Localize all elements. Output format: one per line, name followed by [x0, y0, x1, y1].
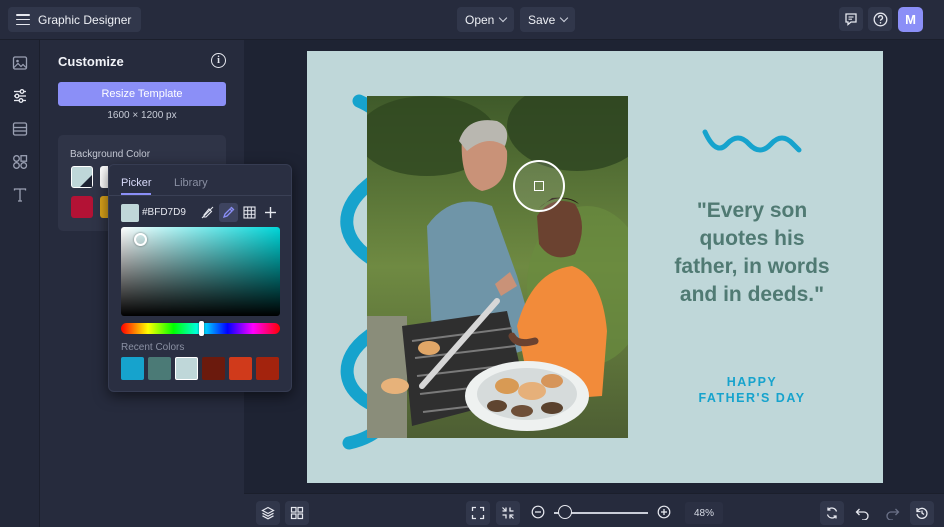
elements-tool-button[interactable]: [11, 153, 28, 170]
tab-picker[interactable]: Picker: [121, 177, 152, 189]
selection-handle[interactable]: [513, 160, 565, 212]
shrink-view-button[interactable]: [496, 501, 520, 525]
app-title: Graphic Designer: [38, 12, 132, 27]
customize-tool-button[interactable]: [11, 87, 28, 104]
recent-color-swatch[interactable]: [229, 357, 252, 380]
template-dimensions: 1600 × 1200 px: [107, 110, 177, 121]
help-icon: [873, 12, 887, 26]
text-tool-button[interactable]: [11, 186, 28, 203]
tool-rail: [0, 40, 40, 527]
eyedropper-icon: [222, 206, 235, 219]
undo-button[interactable]: [850, 501, 874, 525]
redo-button[interactable]: [880, 501, 904, 525]
no-fill-icon: [201, 206, 214, 219]
zoom-percentage[interactable]: 48%: [685, 502, 723, 524]
zoom-out-button[interactable]: [531, 505, 545, 524]
plus-icon: [265, 207, 276, 218]
collapse-icon: [502, 507, 514, 519]
happy-line: HAPPY: [726, 375, 778, 389]
zoom-slider-thumb[interactable]: [558, 505, 572, 519]
bottom-toolbar: 48%: [244, 493, 944, 527]
images-tool-button[interactable]: [11, 54, 28, 71]
background-swatch-gold[interactable]: [100, 196, 108, 218]
photo-illustration: [367, 96, 628, 438]
sliders-icon: [13, 88, 26, 103]
panel-title: Customize: [58, 54, 124, 69]
layout-tool-button[interactable]: [11, 120, 28, 137]
history-icon: [916, 507, 928, 519]
grid-view-icon: [290, 506, 304, 520]
fit-to-screen-button[interactable]: [466, 501, 490, 525]
background-swatch-current[interactable]: [71, 166, 93, 188]
wave-accent-graphic: [702, 129, 802, 153]
chevron-down-icon: [560, 13, 569, 23]
save-label: Save: [528, 12, 556, 27]
artboard[interactable]: "Every son quotes his father, in words a…: [307, 51, 883, 483]
open-label: Open: [465, 12, 495, 27]
tab-library[interactable]: Library: [174, 177, 208, 189]
app-menu-button[interactable]: Graphic Designer: [8, 7, 142, 32]
resize-template-button[interactable]: Resize Template: [58, 82, 226, 106]
comments-button[interactable]: [839, 7, 863, 31]
recent-color-swatch-selected[interactable]: [175, 357, 198, 380]
pages-grid-button[interactable]: [285, 501, 309, 525]
top-bar: Graphic Designer Open Save M: [0, 0, 944, 40]
chevron-down-icon: [499, 13, 508, 23]
recent-color-swatch[interactable]: [202, 357, 225, 380]
father-son-bbq-photo[interactable]: [367, 96, 628, 438]
redo-icon: [885, 508, 899, 520]
minus-circle-icon: [531, 505, 545, 519]
fathers-day-line: FATHER'S DAY: [698, 391, 806, 405]
user-avatar[interactable]: M: [898, 7, 923, 32]
shapes-icon: [12, 154, 27, 169]
hex-input[interactable]: #BFD7D9: [142, 207, 186, 218]
eyedropper-button[interactable]: [219, 203, 238, 222]
recent-color-swatch[interactable]: [256, 357, 279, 380]
zoom-in-button[interactable]: [657, 505, 671, 524]
saturation-knob[interactable]: [134, 233, 147, 246]
image-icon: [12, 55, 27, 70]
recent-color-swatch[interactable]: [121, 357, 144, 380]
quote-text[interactable]: "Every son quotes his father, in words a…: [672, 197, 832, 309]
history-button[interactable]: [910, 501, 934, 525]
save-menu-button[interactable]: Save: [520, 7, 576, 32]
tab-divider: [109, 195, 291, 196]
color-picker-popover: Picker Library #BFD7D9 Recent Colors: [108, 164, 292, 392]
text-icon: [13, 187, 26, 202]
plus-circle-icon: [657, 505, 671, 519]
recent-colors-label: Recent Colors: [121, 342, 185, 353]
open-menu-button[interactable]: Open: [457, 7, 515, 32]
recent-color-swatch[interactable]: [148, 357, 171, 380]
replace-button[interactable]: [820, 501, 844, 525]
no-color-button[interactable]: [198, 203, 217, 222]
layout-icon: [12, 121, 27, 136]
hamburger-menu-icon: [16, 14, 30, 25]
handle-square-icon: [534, 181, 544, 191]
background-color-label: Background Color: [70, 149, 151, 160]
palette-grid-button[interactable]: [240, 203, 259, 222]
background-swatch-white[interactable]: [100, 166, 108, 188]
comment-icon: [845, 13, 857, 26]
current-color-swatch: [121, 204, 139, 222]
refresh-icon: [826, 507, 838, 519]
add-color-button[interactable]: [261, 203, 280, 222]
hue-slider-thumb[interactable]: [199, 321, 204, 336]
expand-icon: [471, 506, 485, 520]
layers-button[interactable]: [256, 501, 280, 525]
info-icon[interactable]: i: [211, 53, 226, 68]
grid-icon: [243, 206, 256, 219]
undo-icon: [855, 508, 869, 520]
help-button[interactable]: [868, 7, 892, 31]
happy-fathers-day-heading[interactable]: HAPPY FATHER'S DAY: [672, 374, 832, 406]
layers-icon: [261, 506, 275, 520]
background-swatch-red[interactable]: [71, 196, 93, 218]
